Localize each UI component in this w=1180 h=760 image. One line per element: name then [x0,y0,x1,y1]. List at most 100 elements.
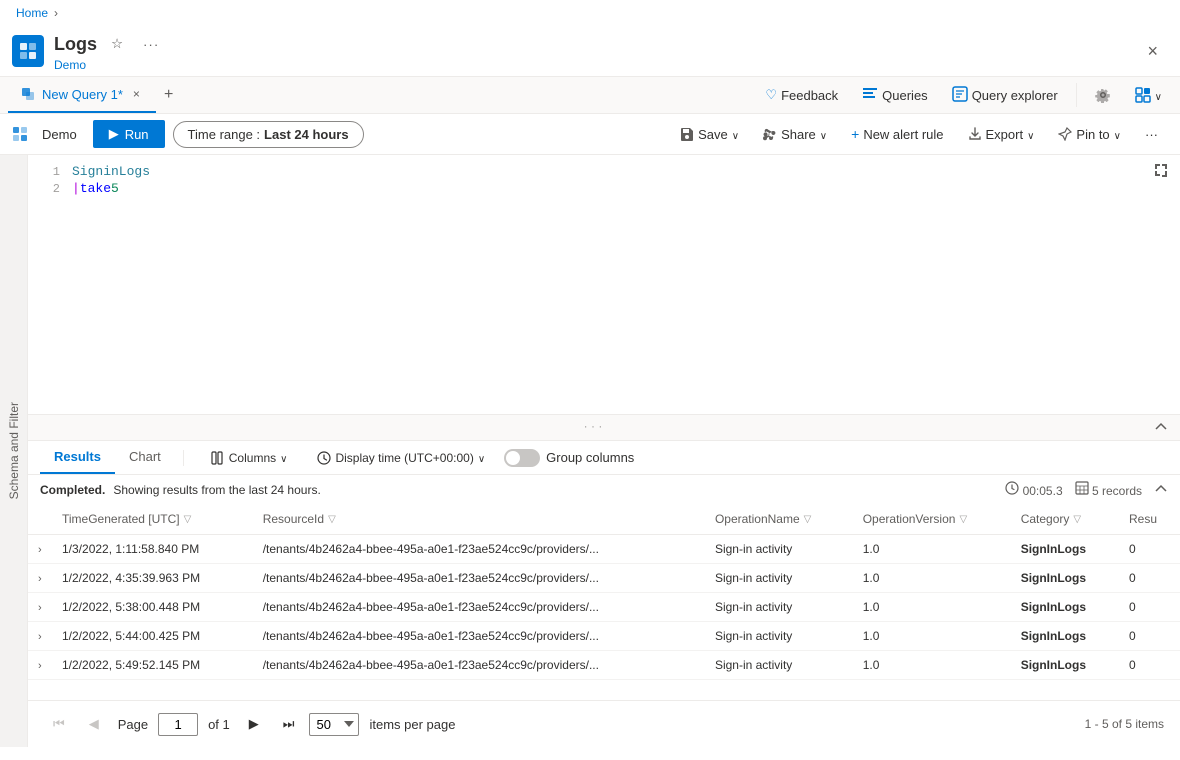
tab-bar: New Query 1* × + ♡ Feedback Queries Quer… [0,77,1180,114]
sidebar[interactable]: Schema and Filter [0,155,28,747]
expand-icon [1154,163,1168,177]
first-page-button[interactable]: ⏮ [44,711,74,737]
cell-timegen-4: 1/2/2022, 5:49:52.145 PM [52,651,253,680]
filter-icon-resourceid[interactable]: ▽ [328,514,336,525]
table-row[interactable]: › 1/2/2022, 5:49:52.145 PM /tenants/4b24… [28,651,1180,680]
page-input[interactable] [158,713,198,736]
th-timegen: TimeGenerated [UTC] ▽ [52,504,253,535]
share-icon [763,127,777,141]
cell-category-2: SignInLogs [1011,593,1119,622]
columns-button[interactable]: Columns [200,446,299,470]
table-header-row: TimeGenerated [UTC] ▽ ResourceId ▽ [28,504,1180,535]
tab-chart[interactable]: Chart [115,441,175,474]
filter-icon-timegen[interactable]: ▽ [184,514,192,525]
th-resourceid: ResourceId ▽ [253,504,705,535]
per-page-select[interactable]: 50 100 200 [309,713,359,736]
cell-result-2: 0 [1119,593,1180,622]
cell-result-1: 0 [1119,564,1180,593]
tab-actions: ♡ Feedback Queries Query explorer [755,80,1172,111]
cell-category-0: SignInLogs [1011,535,1119,564]
run-button[interactable]: Run [93,120,165,148]
chevron-down-icon [1155,88,1162,103]
more-toolbar-button[interactable]: ··· [1135,122,1168,147]
collapse-editor-button[interactable] [1154,419,1168,436]
share-button[interactable]: Share [753,122,837,147]
row-expand-3[interactable]: › [28,622,52,651]
prev-page-button[interactable]: ◀ [80,711,108,737]
expand-results-button[interactable] [1154,481,1168,498]
save-button[interactable]: Save [670,122,749,147]
cell-opver-2: 1.0 [853,593,1011,622]
tab-close-button[interactable]: × [129,85,144,103]
app-title-group: Logs Demo [54,30,1141,72]
tab-new-query-1[interactable]: New Query 1* × [8,77,156,113]
expand-results-icon [1154,481,1168,495]
row-expand-1[interactable]: › [28,564,52,593]
cell-result-3: 0 [1119,622,1180,651]
cell-opver-1: 1.0 [853,564,1011,593]
filter-icon-opver[interactable]: ▽ [959,514,967,525]
cell-opname-1: Sign-in activity [705,564,853,593]
query-editor[interactable]: 1 SigninLogs 2 | take 5 [28,155,1180,415]
table-row[interactable]: › 1/2/2022, 5:44:00.425 PM /tenants/4b24… [28,622,1180,651]
query-explorer-icon [952,86,968,105]
time-range-button[interactable]: Time range : Last 24 hours [173,121,364,148]
next-page-button[interactable]: ▶ [240,711,268,737]
pin-to-button[interactable]: Pin to [1048,122,1131,147]
app-icon [12,35,44,67]
editor-area: 1 SigninLogs 2 | take 5 · · · Results Ch… [28,155,1180,747]
filter-icon-opname[interactable]: ▽ [804,514,812,525]
timer-icon [1005,481,1019,495]
cell-opver-0: 1.0 [853,535,1011,564]
app-title: Logs [54,30,1141,58]
th-opver: OperationVersion ▽ [853,504,1011,535]
collapse-icon [1154,419,1168,433]
table-row[interactable]: › 1/2/2022, 5:38:00.448 PM /tenants/4b24… [28,593,1180,622]
breadcrumb-home[interactable]: Home [16,6,48,20]
export-button[interactable]: Export [958,122,1045,147]
expand-editor-button[interactable] [1154,163,1168,180]
query-icon [20,86,36,102]
timer-display: 00:05.3 [1005,481,1062,498]
records-display: 5 records [1075,481,1142,498]
view-toggle-button[interactable] [1125,81,1172,109]
th-opname: OperationName ▽ [705,504,853,535]
table-row[interactable]: › 1/2/2022, 4:35:39.963 PM /tenants/4b24… [28,564,1180,593]
close-button[interactable]: × [1141,35,1164,68]
filter-icon-category[interactable]: ▽ [1073,514,1081,525]
cell-opver-3: 1.0 [853,622,1011,651]
add-tab-button[interactable]: + [156,80,181,110]
tab-results[interactable]: Results [40,441,115,474]
display-time-button[interactable]: Display time (UTC+00:00) [306,446,496,470]
query-line-2: 2 | take 5 [28,180,1180,197]
queries-svg [862,87,878,101]
run-icon [109,126,119,142]
share-chevron-icon [820,127,827,142]
workspace-icon [12,126,28,142]
save-icon [680,127,694,141]
cell-timegen-2: 1/2/2022, 5:38:00.448 PM [52,593,253,622]
page-label: Page [118,717,148,732]
row-expand-4[interactable]: › [28,651,52,680]
query-explorer-button[interactable]: Query explorer [942,80,1068,111]
cell-resourceid-0: /tenants/4b2462a4-bbee-495a-a0e1-f23ae52… [253,535,705,564]
cell-opname-3: Sign-in activity [705,622,853,651]
table-row[interactable]: › 1/3/2022, 1:11:58.840 PM /tenants/4b24… [28,535,1180,564]
status-bar-right: 00:05.3 5 records [1005,481,1168,498]
editor-resize-handle[interactable]: · · · [28,415,1180,441]
more-options-button[interactable] [137,31,165,58]
row-expand-2[interactable]: › [28,593,52,622]
settings-button[interactable] [1085,81,1121,109]
new-alert-rule-button[interactable]: + New alert rule [841,121,953,147]
star-button[interactable] [105,30,129,58]
main-layout: Schema and Filter 1 SigninLogs 2 | take … [0,155,1180,747]
results-tabs: Results Chart Columns Display time (UTC+… [28,441,1180,475]
queries-button[interactable]: Queries [852,81,938,110]
group-columns-toggle[interactable] [504,449,540,467]
status-bar: Completed. Showing results from the last… [28,475,1180,504]
sidebar-label: Schema and Filter [3,394,25,507]
feedback-button[interactable]: ♡ Feedback [755,81,848,109]
row-expand-0[interactable]: › [28,535,52,564]
last-page-button[interactable]: ⏭ [274,711,304,737]
app-header: Logs Demo × [0,26,1180,77]
